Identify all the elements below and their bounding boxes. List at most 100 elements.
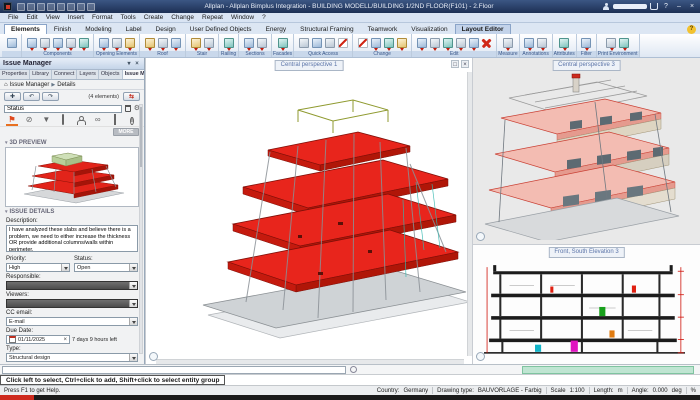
beam-icon[interactable]	[66, 38, 76, 48]
menu-format[interactable]: Format	[92, 14, 113, 21]
link-icon[interactable]: ∞	[92, 114, 104, 126]
properties-icon[interactable]	[7, 38, 17, 48]
menu-insert[interactable]: Insert	[68, 14, 84, 21]
stretch-icon[interactable]	[397, 38, 407, 48]
view-title[interactable]: Front, South Elevation 3	[548, 247, 624, 258]
tab-layout-editor[interactable]: Layout Editor	[455, 24, 511, 34]
cc-email-select[interactable]: E-mail	[6, 317, 138, 326]
user-account-icon[interactable]	[602, 3, 610, 11]
view-compass-icon[interactable]	[476, 232, 485, 241]
tab-modeling[interactable]: Modeling	[78, 24, 118, 34]
info-icon[interactable]: i	[126, 114, 138, 126]
print-preview-icon[interactable]	[619, 38, 629, 48]
redo-icon[interactable]	[67, 3, 75, 11]
view-restore-icon[interactable]: □	[451, 60, 459, 68]
ribbon-help-icon[interactable]: ?	[687, 25, 696, 34]
previous-issue-button[interactable]: ↶	[23, 92, 40, 101]
responsible-select[interactable]	[6, 281, 138, 290]
tab-objects[interactable]: Objects	[99, 70, 123, 79]
next-issue-button[interactable]: ↷	[42, 92, 59, 101]
person-icon[interactable]	[75, 114, 87, 126]
clear-date-icon[interactable]: ×	[63, 336, 67, 344]
refresh-circle-icon[interactable]	[350, 366, 357, 373]
mirror-icon[interactable]	[430, 38, 440, 48]
tab-layers[interactable]: Layers	[77, 70, 99, 79]
priority-select[interactable]: High	[6, 263, 70, 272]
view-title[interactable]: Central perspective 1	[275, 60, 344, 71]
tab-design[interactable]: Design	[149, 24, 183, 34]
menu-file[interactable]: File	[8, 14, 18, 21]
status-select[interactable]: Open	[74, 263, 138, 272]
section-curve-icon[interactable]	[257, 38, 267, 48]
tab-structural-framing[interactable]: Structural Framing	[293, 24, 360, 34]
country-value[interactable]: Germany	[403, 388, 428, 394]
menu-edit[interactable]: Edit	[26, 14, 37, 21]
home-icon[interactable]: ⌂	[4, 82, 8, 88]
document-icon[interactable]	[109, 114, 121, 126]
tab-issue-manager[interactable]: Issue Manager	[123, 70, 145, 79]
window-icon[interactable]	[112, 38, 122, 48]
ban-icon[interactable]: ⊘	[23, 114, 35, 126]
panel-scrollbar[interactable]	[139, 104, 143, 354]
sync-issues-button[interactable]: ⇆	[123, 92, 140, 101]
view-title[interactable]: Central perspective 3	[552, 60, 621, 71]
dimension-icon[interactable]	[537, 38, 547, 48]
delete-icon[interactable]	[482, 38, 492, 48]
column-icon[interactable]	[40, 38, 50, 48]
description-field[interactable]: I have analyzed these slabs and believe …	[6, 225, 138, 252]
edit-points-icon[interactable]	[469, 38, 479, 48]
viewers-select[interactable]	[6, 299, 138, 308]
red-pen-icon[interactable]	[338, 38, 348, 48]
drawing-type-value[interactable]: BAUVORLAGE - Farbig	[478, 388, 542, 394]
issue-3d-preview[interactable]	[5, 147, 139, 207]
section-icon[interactable]	[244, 38, 254, 48]
layout-icon[interactable]	[606, 38, 616, 48]
menu-change[interactable]: Change	[171, 14, 194, 21]
type-select[interactable]: Structural design	[6, 353, 138, 362]
section-issue-details[interactable]: ▾ ISSUE DETAILS	[0, 207, 144, 216]
menu-window[interactable]: Window	[231, 14, 254, 21]
menu-help[interactable]: ?	[262, 14, 266, 21]
menu-repeat[interactable]: Repeat	[202, 14, 223, 21]
panel-close-icon[interactable]: ×	[133, 60, 141, 68]
comment-icon[interactable]	[57, 114, 69, 126]
text-annotation-icon[interactable]	[524, 38, 534, 48]
filter-icon[interactable]	[581, 38, 591, 48]
copy-tool-icon[interactable]	[417, 38, 427, 48]
tab-energy[interactable]: Energy	[259, 24, 294, 34]
tab-finish[interactable]: Finish	[47, 24, 78, 34]
tab-properties[interactable]: Properties	[0, 70, 30, 79]
tab-label[interactable]: Label	[119, 24, 149, 34]
tab-connect[interactable]: Connect	[52, 70, 78, 79]
length-unit[interactable]: m	[618, 388, 623, 394]
close-button[interactable]: ×	[687, 2, 697, 12]
print-icon[interactable]	[47, 3, 55, 11]
viewport-front-south-elevation[interactable]: Front, South Elevation 3	[472, 244, 700, 364]
dialog-line-input[interactable]	[2, 366, 346, 374]
trash-icon[interactable]	[125, 105, 131, 112]
line-icon[interactable]	[299, 38, 309, 48]
wall-icon[interactable]	[27, 38, 37, 48]
view-close-icon[interactable]: ×	[461, 60, 469, 68]
breadcrumb-root[interactable]: Issue Manager	[10, 82, 50, 88]
tab-elements[interactable]: Elements	[4, 24, 47, 34]
open-file-icon[interactable]	[27, 3, 35, 11]
menu-view[interactable]: View	[46, 14, 60, 21]
text-icon[interactable]	[312, 38, 322, 48]
scrollbar-thumb[interactable]	[140, 107, 142, 167]
flip-icon[interactable]	[456, 38, 466, 48]
roof-frame-icon[interactable]	[145, 38, 155, 48]
skylight-icon[interactable]	[171, 38, 181, 48]
undo-icon[interactable]	[57, 3, 65, 11]
new-file-icon[interactable]	[17, 3, 25, 11]
tab-teamwork[interactable]: Teamwork	[361, 24, 405, 34]
tab-library[interactable]: Library	[30, 70, 52, 79]
facade-icon[interactable]	[278, 38, 288, 48]
copy-icon[interactable]	[77, 3, 85, 11]
measure-icon[interactable]	[503, 38, 513, 48]
viewport-central-perspective-3[interactable]: Central perspective 3	[472, 58, 700, 244]
recess-icon[interactable]	[125, 38, 135, 48]
save-icon[interactable]	[37, 3, 45, 11]
tab-visualization[interactable]: Visualization	[404, 24, 454, 34]
view-compass-icon[interactable]	[476, 352, 485, 361]
